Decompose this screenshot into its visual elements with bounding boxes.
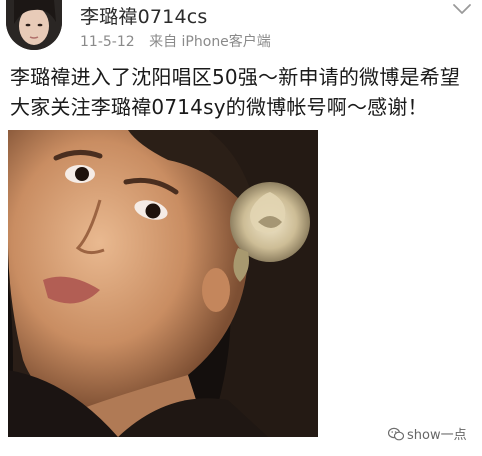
- avatar-portrait: [6, 0, 62, 50]
- watermark: show一点: [388, 424, 467, 443]
- chevron-down-icon[interactable]: [452, 2, 472, 16]
- weibo-post: 李璐禕0714cs 11-5-12 来自 iPhone客户端 李璐禕进入了沈阳唱…: [0, 0, 482, 456]
- username[interactable]: 李璐禕0714cs: [80, 2, 208, 29]
- post-meta: 11-5-12 来自 iPhone客户端: [80, 31, 271, 51]
- post-date: 11-5-12: [80, 34, 135, 50]
- wechat-icon: [388, 427, 404, 440]
- watermark-text: show一点: [407, 428, 467, 443]
- photo-portrait: [8, 130, 318, 437]
- post-text: 李璐禕进入了沈阳唱区50强～新申请的微博是希望大家关注李璐禕0714sy的微博帐…: [10, 65, 461, 119]
- avatar[interactable]: [6, 0, 62, 50]
- post-photo[interactable]: [8, 130, 318, 437]
- post-source: 来自 iPhone客户端: [149, 34, 271, 50]
